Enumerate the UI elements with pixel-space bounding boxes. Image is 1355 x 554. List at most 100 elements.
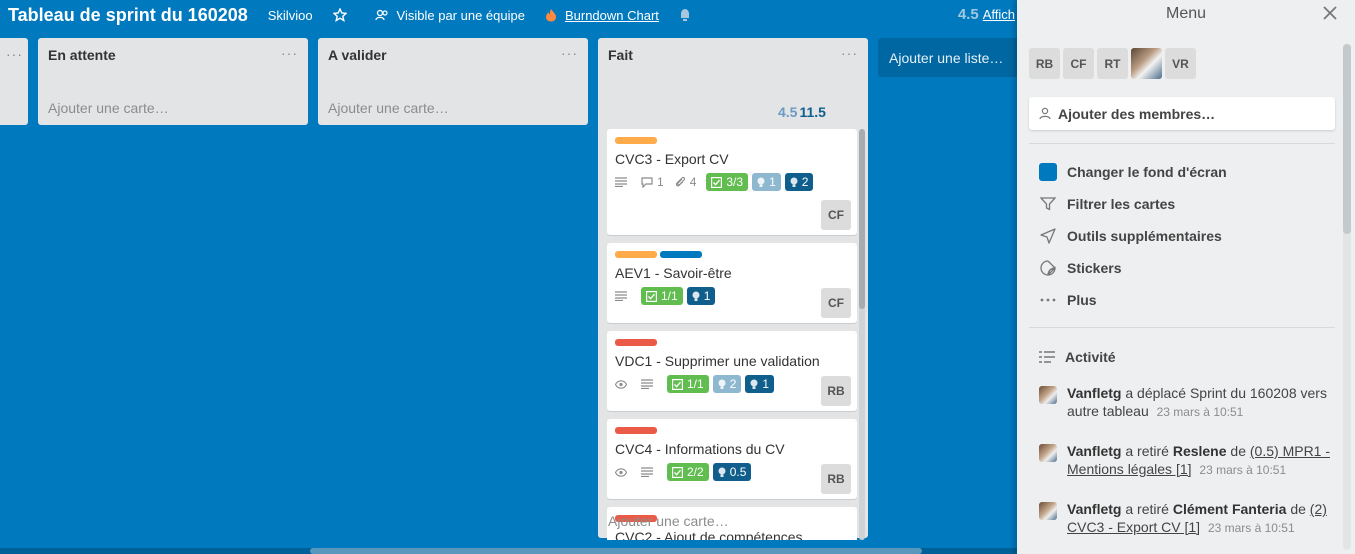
activity-target[interactable]: Clément Fanteria xyxy=(1173,501,1287,517)
member-avatar[interactable]: RT xyxy=(1097,48,1128,79)
flame-icon xyxy=(545,9,556,22)
burndown-chart-link[interactable]: Burndown Chart xyxy=(545,8,659,23)
sticker-icon xyxy=(1039,259,1057,277)
add-card-link[interactable]: Ajouter une carte… xyxy=(48,100,169,116)
list-title[interactable]: En attente xyxy=(48,47,116,63)
activity-header: Activité xyxy=(1039,349,1116,365)
list-scrollbar-thumb[interactable] xyxy=(859,129,865,309)
paperclip-icon xyxy=(675,176,685,187)
menu-scrollbar-thumb[interactable] xyxy=(1343,44,1351,234)
card-label xyxy=(615,137,657,144)
list-menu-icon[interactable]: ··· xyxy=(561,46,578,63)
team-icon xyxy=(374,9,388,21)
team-name[interactable]: Skilvioo xyxy=(268,8,313,23)
card-vdc1[interactable]: VDC1 - Supprimer une validation 1/1 2 1 … xyxy=(607,331,857,411)
header-points: 4.5 Affich xyxy=(958,6,1015,23)
power-up-icon[interactable] xyxy=(679,8,699,22)
add-card-link[interactable]: Ajouter une carte… xyxy=(608,513,729,529)
board-title[interactable]: Tableau de sprint du 160208 xyxy=(0,5,248,26)
menu-scrollbar[interactable] xyxy=(1343,44,1351,550)
list-menu-icon[interactable]: ··· xyxy=(281,46,298,63)
card-title: CVC4 - Informations du CV xyxy=(615,441,785,457)
comments-badge: 1 xyxy=(641,175,664,189)
activity-avatar[interactable] xyxy=(1039,444,1057,462)
card-member-avatar[interactable]: RB xyxy=(821,376,851,406)
list-title[interactable]: A valider xyxy=(328,47,387,63)
checklist-badge: 1/1 xyxy=(667,375,709,393)
activity-icon xyxy=(1039,351,1055,363)
bulb-icon xyxy=(757,177,765,187)
estimated-points: 4.5 xyxy=(778,104,798,120)
activity-item: Vanfletg a retiré Clément Fanteria de (2… xyxy=(1039,500,1339,537)
card-label xyxy=(660,251,702,258)
activity-avatar[interactable] xyxy=(1039,386,1057,404)
add-list-button[interactable]: Ajouter une liste… xyxy=(878,38,1018,77)
checkbox-icon xyxy=(646,290,657,302)
description-icon xyxy=(641,467,657,477)
bulb-icon xyxy=(692,291,700,301)
member-avatar-photo[interactable] xyxy=(1131,48,1162,79)
activity-time[interactable]: 23 mars à 10:51 xyxy=(1157,405,1244,419)
star-icon xyxy=(332,8,347,22)
visibility-button[interactable]: Visible par une équipe xyxy=(374,7,525,23)
card-title: CVC3 - Export CV xyxy=(615,151,729,167)
member-list: RB CF RT VR xyxy=(1029,48,1199,79)
member-avatar[interactable]: CF xyxy=(1063,48,1094,79)
add-card-link[interactable]: Ajouter une carte… xyxy=(328,100,449,116)
checkbox-icon xyxy=(672,378,683,390)
list-menu-icon[interactable]: ··· xyxy=(6,47,23,61)
filter-cards-item[interactable]: Filtrer les cartes xyxy=(1039,195,1175,213)
background-swatch-icon xyxy=(1039,163,1057,181)
activity-item: Vanfletg a déplacé Sprint du 160208 vers… xyxy=(1039,384,1339,421)
checklist-badge: 2/2 xyxy=(667,463,709,481)
card-title: VDC1 - Supprimer une validation xyxy=(615,353,820,369)
activity-user[interactable]: Vanfletg xyxy=(1067,443,1121,459)
stickers-item[interactable]: Stickers xyxy=(1039,259,1121,277)
description-icon xyxy=(615,291,631,301)
list-title[interactable]: Fait xyxy=(608,47,633,63)
list-menu-icon[interactable]: ··· xyxy=(841,46,858,63)
card-member-avatar[interactable]: CF xyxy=(821,288,851,318)
change-background-item[interactable]: Changer le fond d'écran xyxy=(1039,163,1227,181)
menu-divider xyxy=(1029,143,1335,144)
card-title: AEV1 - Savoir-être xyxy=(615,265,732,281)
activity-time[interactable]: 23 mars à 10:51 xyxy=(1208,521,1295,535)
card-label xyxy=(615,339,657,346)
checklist-badge: 1/1 xyxy=(641,287,683,305)
card-cvc4[interactable]: CVC4 - Informations du CV 2/2 0.5 RB xyxy=(607,419,857,499)
visibility-label: Visible par une équipe xyxy=(396,7,525,23)
card-cvc3[interactable]: CVC3 - Export CV 1 4 3/3 1 2 CF xyxy=(607,129,857,235)
activity-target[interactable]: Reslene xyxy=(1173,443,1227,459)
activity-time[interactable]: 23 mars à 10:51 xyxy=(1199,463,1286,477)
star-button[interactable] xyxy=(332,8,355,22)
more-item[interactable]: Plus xyxy=(1039,291,1097,309)
menu-divider xyxy=(1029,327,1335,328)
add-member-icon xyxy=(1039,107,1051,120)
card-member-avatar[interactable]: RB xyxy=(821,464,851,494)
member-avatar[interactable]: VR xyxy=(1165,48,1196,79)
card-aev1[interactable]: AEV1 - Savoir-être 1/1 1 CF xyxy=(607,243,857,323)
member-avatar[interactable]: RB xyxy=(1029,48,1060,79)
comment-icon xyxy=(641,176,653,188)
card-member-avatar[interactable]: CF xyxy=(821,200,851,230)
board-scrollbar-thumb[interactable] xyxy=(310,548,922,554)
activity-avatar[interactable] xyxy=(1039,502,1057,520)
checkbox-icon xyxy=(711,176,723,188)
add-members-button[interactable]: Ajouter des membres… xyxy=(1029,97,1335,130)
more-icon xyxy=(1039,291,1057,309)
card-label xyxy=(615,427,657,434)
board-horizontal-scrollbar[interactable] xyxy=(0,548,1017,554)
bulb-icon xyxy=(718,379,726,389)
bulb-icon xyxy=(718,467,726,477)
list-fait: Fait ··· 4.5 11.5 CVC3 - Export CV 1 4 3/… xyxy=(598,38,868,540)
estimate-badge: 1 xyxy=(752,173,781,191)
activity-user[interactable]: Vanfletg xyxy=(1067,385,1121,401)
close-icon[interactable] xyxy=(1323,6,1337,23)
card-container: CVC3 - Export CV 1 4 3/3 1 2 CF AEV1 - S… xyxy=(607,129,857,540)
real-badge: 2 xyxy=(784,173,814,191)
menu-sidebar: Menu RB CF RT VR Ajouter des membres… Ch… xyxy=(1017,0,1355,554)
power-ups-item[interactable]: Outils supplémentaires xyxy=(1039,227,1222,245)
activity-user[interactable]: Vanfletg xyxy=(1067,501,1121,517)
show-menu-link[interactable]: Affich xyxy=(983,7,1015,22)
list-scrollbar[interactable] xyxy=(859,129,865,540)
